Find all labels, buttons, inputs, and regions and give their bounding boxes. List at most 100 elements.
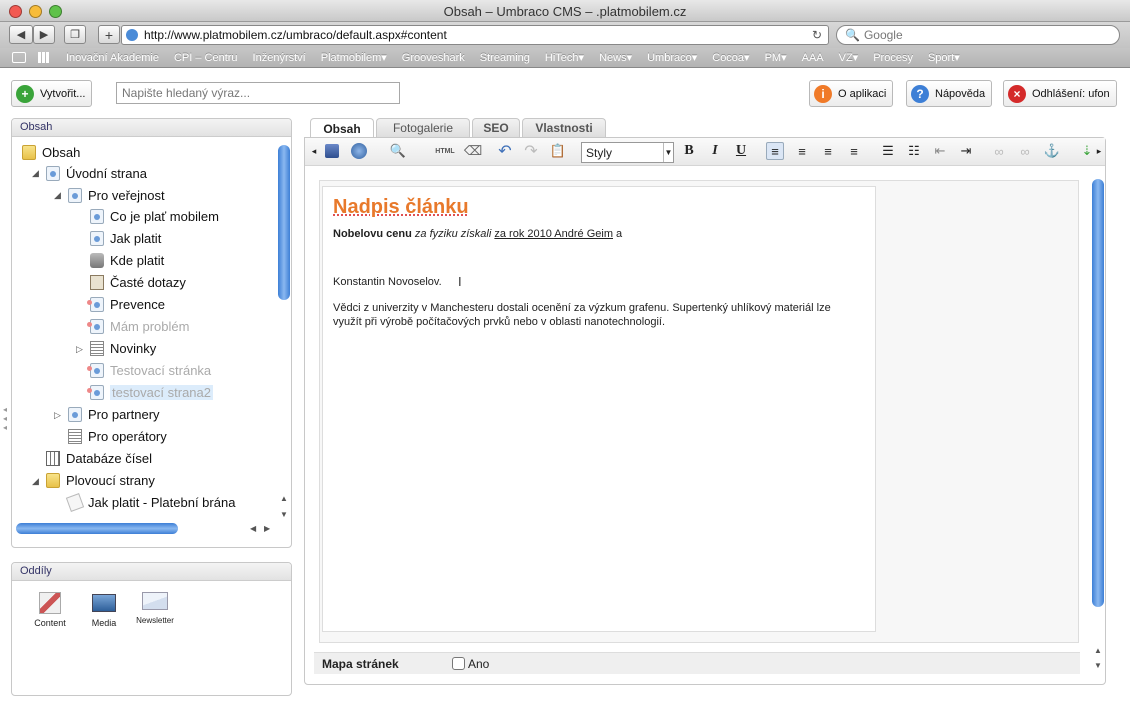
eraser-icon[interactable]: ⌫ xyxy=(464,142,482,160)
tree-scroll-left-icon[interactable]: ◀ xyxy=(250,524,256,533)
tab-obsah[interactable]: Obsah xyxy=(310,118,374,138)
forward-button[interactable]: ▶ xyxy=(33,25,55,44)
bookmark-item[interactable]: PM▾ xyxy=(765,51,787,64)
tree-node-mam-problem[interactable]: Mám problém xyxy=(87,316,189,336)
toolbar-collapse-icon[interactable]: ◂ xyxy=(305,142,323,160)
about-button[interactable]: i O aplikaci xyxy=(809,80,894,107)
tab-fotogalerie[interactable]: Fotogalerie xyxy=(376,118,470,137)
link-icon[interactable]: ∞ xyxy=(990,142,1008,160)
align-right-icon[interactable]: ≡ xyxy=(819,142,837,160)
expand-arrow-icon[interactable]: ▷ xyxy=(76,344,83,355)
tree-node-caste-dotazy[interactable]: Časté dotazy xyxy=(90,272,186,292)
tree-node-jak-platit-platebni-brana[interactable]: Jak platit - Platební brána xyxy=(65,492,235,512)
tree-vertical-scrollbar[interactable] xyxy=(278,145,290,300)
align-center-icon[interactable]: ≡ xyxy=(793,142,811,160)
tree-node-novinky[interactable]: Novinky xyxy=(90,338,156,358)
logout-button[interactable]: × Odhlášení: ufon xyxy=(1003,80,1117,107)
book-icon[interactable] xyxy=(12,52,26,63)
tree-node-uvodni-strana[interactable]: Úvodní strana xyxy=(46,163,147,183)
tree-node-pro-partnery[interactable]: Pro partnery xyxy=(68,404,160,424)
editor-tabs: Obsah Fotogalerie SEO Vlastnosti xyxy=(304,118,1104,138)
bookmark-item[interactable]: Grooveshark xyxy=(402,52,465,64)
content-tree: Obsah ◢ Úvodní strana ◢ Pro veřejnost Co… xyxy=(12,140,278,523)
grid-icon[interactable] xyxy=(38,52,50,63)
bookmark-item[interactable]: CPI – Centru xyxy=(174,52,238,64)
bullet-list-icon[interactable]: ☰ xyxy=(879,142,897,160)
tree-node-testovaci-stranka[interactable]: Testovací stránka xyxy=(87,360,211,380)
bookmark-item[interactable]: Inovační Akademie xyxy=(66,52,159,64)
bookmark-item[interactable]: VZ▾ xyxy=(839,51,859,64)
tree-node-co-je-plat-mobilem[interactable]: Co je plať mobilem xyxy=(90,206,219,226)
undo-icon[interactable]: ↶ xyxy=(496,142,514,160)
browser-search-input[interactable]: 🔍 Google xyxy=(836,25,1120,45)
anchor-icon[interactable]: ⚓ xyxy=(1043,142,1061,160)
tree-scroll-right-icon[interactable]: ▶ xyxy=(264,524,270,533)
bookmark-item[interactable]: Streaming xyxy=(480,52,530,64)
paste-icon[interactable]: 📋 xyxy=(549,142,567,160)
justify-icon[interactable]: ≡ xyxy=(845,142,863,160)
underline-icon[interactable]: U xyxy=(732,142,750,160)
tree-node-testovaci-strana2[interactable]: testovací strana2 xyxy=(87,382,213,402)
tree-node-jak-platit[interactable]: Jak platit xyxy=(90,228,161,248)
tree-node-databaze-cisel[interactable]: Databáze čísel xyxy=(46,448,152,468)
list-page-icon xyxy=(90,340,104,356)
unlink-icon[interactable]: ∞ xyxy=(1016,142,1034,160)
bookmark-item[interactable]: Umbraco▾ xyxy=(647,51,697,64)
editor-scroll-up-icon[interactable]: ▲ xyxy=(1094,646,1102,655)
html-source-icon[interactable]: HTML xyxy=(433,142,457,160)
bookmark-item[interactable]: News▾ xyxy=(599,51,632,64)
bookmarks-icon[interactable]: ❐ xyxy=(64,25,86,44)
tree-node-prevence[interactable]: Prevence xyxy=(87,294,165,314)
tree-horizontal-scrollbar[interactable] xyxy=(16,523,178,534)
rich-text-editor[interactable]: Nadpis článku Nobelovu cenu za fyziku zí… xyxy=(322,186,876,632)
bookmark-item[interactable]: Inženýrství xyxy=(253,52,306,64)
save-icon[interactable] xyxy=(323,142,341,160)
help-button[interactable]: ? Nápověda xyxy=(906,80,993,107)
expand-arrow-icon[interactable]: ▷ xyxy=(54,410,61,421)
tree-node-pro-operatory[interactable]: Pro operátory xyxy=(68,426,167,446)
collapse-arrow-icon[interactable]: ◢ xyxy=(54,190,61,201)
tree-node-pro-verejnost[interactable]: Pro veřejnost xyxy=(68,185,165,205)
outdent-icon[interactable]: ⇤ xyxy=(931,142,949,160)
tree-node-plovouci-strany[interactable]: Plovoucí strany xyxy=(46,470,155,490)
bold-icon[interactable]: B xyxy=(680,142,698,160)
editor-vertical-scrollbar[interactable] xyxy=(1092,179,1104,607)
tree-node-kde-platit[interactable]: Kde platit xyxy=(90,250,164,270)
indent-icon[interactable]: ⇥ xyxy=(957,142,975,160)
add-bookmark-button[interactable]: + xyxy=(98,25,120,44)
numbered-list-icon[interactable]: ☷ xyxy=(905,142,923,160)
bookmark-item[interactable]: Cocoa▾ xyxy=(712,51,749,64)
reload-icon[interactable]: ↻ xyxy=(812,28,822,42)
bookmark-item[interactable]: Procesy xyxy=(873,52,913,64)
preview-icon[interactable]: 🔍 xyxy=(389,142,407,160)
save-and-publish-icon[interactable] xyxy=(350,142,368,160)
tree-scroll-up-icon[interactable]: ▲ xyxy=(280,494,288,503)
collapse-arrow-icon[interactable]: ◢ xyxy=(32,476,39,487)
collapse-arrow-icon[interactable]: ◢ xyxy=(32,168,39,179)
section-media[interactable]: Media xyxy=(84,592,124,628)
toolbar-expand-icon[interactable]: ▸ xyxy=(1090,142,1108,160)
tree-scroll-down-icon[interactable]: ▼ xyxy=(280,510,288,519)
sitemap-row: Mapa stránek Ano xyxy=(314,652,1080,674)
tab-vlastnosti[interactable]: Vlastnosti xyxy=(522,118,606,137)
splitter-handle-icon[interactable]: ◂ ◂ ◂ xyxy=(3,405,7,432)
editor-scroll-down-icon[interactable]: ▼ xyxy=(1094,661,1102,670)
bookmark-item[interactable]: Platmobilem▾ xyxy=(321,51,387,64)
address-bar[interactable]: http://www.platmobilem.cz/umbraco/defaul… xyxy=(121,25,829,45)
bookmark-item[interactable]: AAA xyxy=(802,52,824,64)
style-select[interactable]: Styly ▼ xyxy=(581,142,674,163)
section-content[interactable]: Content xyxy=(30,592,70,628)
plus-icon: + xyxy=(16,84,34,103)
back-button[interactable]: ◀ xyxy=(9,25,33,44)
bookmark-item[interactable]: Sport▾ xyxy=(928,51,960,64)
create-button[interactable]: + Vytvořit... xyxy=(11,80,93,107)
redo-icon[interactable]: ↷ xyxy=(522,142,540,160)
tree-node-root[interactable]: Obsah xyxy=(22,142,80,162)
search-input[interactable]: Napište hledaný výraz... xyxy=(116,82,400,104)
tab-seo[interactable]: SEO xyxy=(472,118,520,137)
section-newsletter[interactable]: Newsletter xyxy=(132,592,178,625)
bookmark-item[interactable]: HiTech▾ xyxy=(545,51,584,64)
sitemap-checkbox[interactable] xyxy=(452,657,465,670)
align-left-icon[interactable]: ≡ xyxy=(766,142,784,160)
italic-icon[interactable]: I xyxy=(706,142,724,160)
